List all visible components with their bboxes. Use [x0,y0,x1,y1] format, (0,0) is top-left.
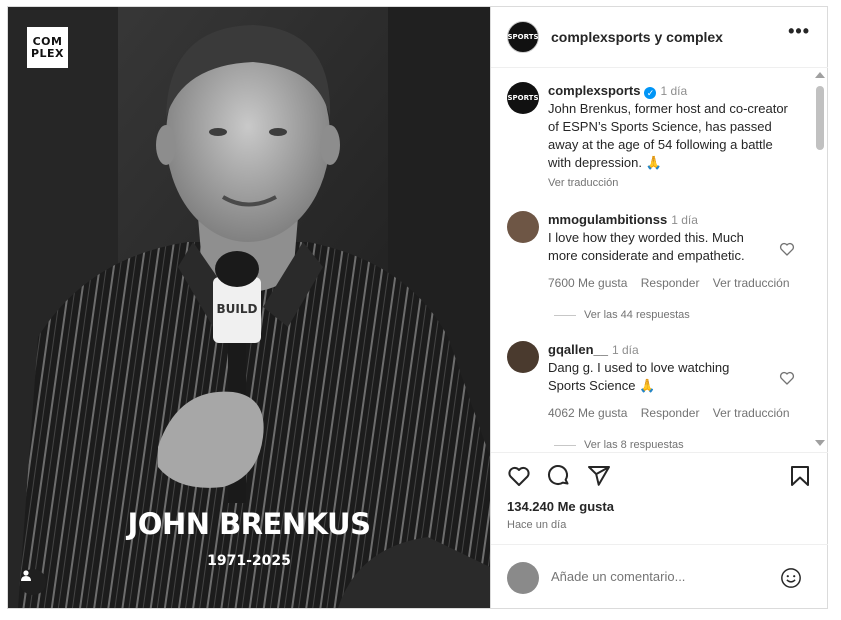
comment-text: I love how they worded this. Much more c… [548,230,745,263]
comment-time[interactable]: 1 día [671,213,698,227]
memorial-name: JOHN BRENKUS [127,507,372,541]
post-modal: BUILD COM PLEX JOHN BRENKUS 1971-2025 SP… [7,6,828,609]
actions-divider [491,452,828,453]
scroll-up-arrow[interactable] [815,72,825,78]
tagged-users-button[interactable] [20,569,46,595]
complex-logo: COM PLEX [27,27,68,68]
comment-button[interactable] [546,463,572,489]
emoji-icon[interactable] [780,567,802,589]
post-timestamp[interactable]: Hace un día [507,519,566,531]
comment-icon [547,464,569,485]
mic-flag-text: BUILD [217,302,258,316]
comments-list[interactable]: SPORTS complexsports ✓ 1 día John Brenkus,… [491,68,828,452]
replies-line [554,314,576,316]
likes-count[interactable]: 134.240 Me gusta [507,499,614,514]
comment-translate-link[interactable]: Ver traducción [713,276,790,290]
header-title[interactable]: complexsports y complex [551,29,723,45]
header-avatar[interactable]: SPORTS [507,21,539,53]
caption-avatar[interactable]: SPORTS [507,82,539,114]
comment-likes[interactable]: 4062 Me gusta [548,406,627,420]
scroll-down-arrow[interactable] [815,440,825,446]
caption-text: John Brenkus, former host and co-creator… [548,101,788,170]
verified-icon: ✓ [644,87,657,99]
save-button[interactable] [787,463,813,489]
view-replies-button[interactable]: Ver las 44 respuestas [554,309,690,321]
replies-line [554,444,576,446]
post-side-panel: SPORTS complexsports y complex ••• SPORT… [490,7,828,608]
comment-divider [491,544,828,545]
comment-username[interactable]: gqallen__ [548,342,608,357]
caption-time[interactable]: 1 día [660,84,687,98]
comment-heart-icon[interactable] [779,370,795,386]
scrollbar-thumb[interactable] [816,86,824,150]
comment-likes[interactable]: 7600 Me gusta [548,276,627,290]
comment-username[interactable]: mmogulambitionss [548,212,667,227]
comment-time[interactable]: 1 día [612,343,639,357]
add-comment-input[interactable] [551,569,751,584]
memorial-years: 1971-2025 [207,553,291,569]
current-user-avatar [507,562,539,594]
caption-username[interactable]: complexsports [548,83,640,98]
bookmark-icon [791,466,809,486]
heart-icon [508,466,530,486]
caption: complexsports ✓ 1 día John Brenkus, former… [548,82,798,192]
comment-reply-button[interactable]: Responder [641,276,700,290]
more-options-button[interactable]: ••• [788,21,810,42]
comment-reply-button[interactable]: Responder [641,406,700,420]
caption-translate-link[interactable]: Ver traducción [548,174,798,192]
comment-translate-link[interactable]: Ver traducción [713,406,790,420]
comment-text: Dang g. I used to love watching Sports S… [548,360,730,393]
comment-avatar[interactable] [507,341,539,373]
post-header: SPORTS complexsports y complex ••• [491,7,828,68]
comment-heart-icon[interactable] [779,241,795,257]
user-icon [21,570,31,581]
view-replies-button[interactable]: Ver las 8 respuestas [554,439,684,451]
post-image[interactable]: BUILD COM PLEX JOHN BRENKUS 1971-2025 [8,7,490,608]
share-icon [588,466,610,486]
comment-avatar[interactable] [507,211,539,243]
share-button[interactable] [586,463,612,489]
like-button[interactable] [506,463,532,489]
